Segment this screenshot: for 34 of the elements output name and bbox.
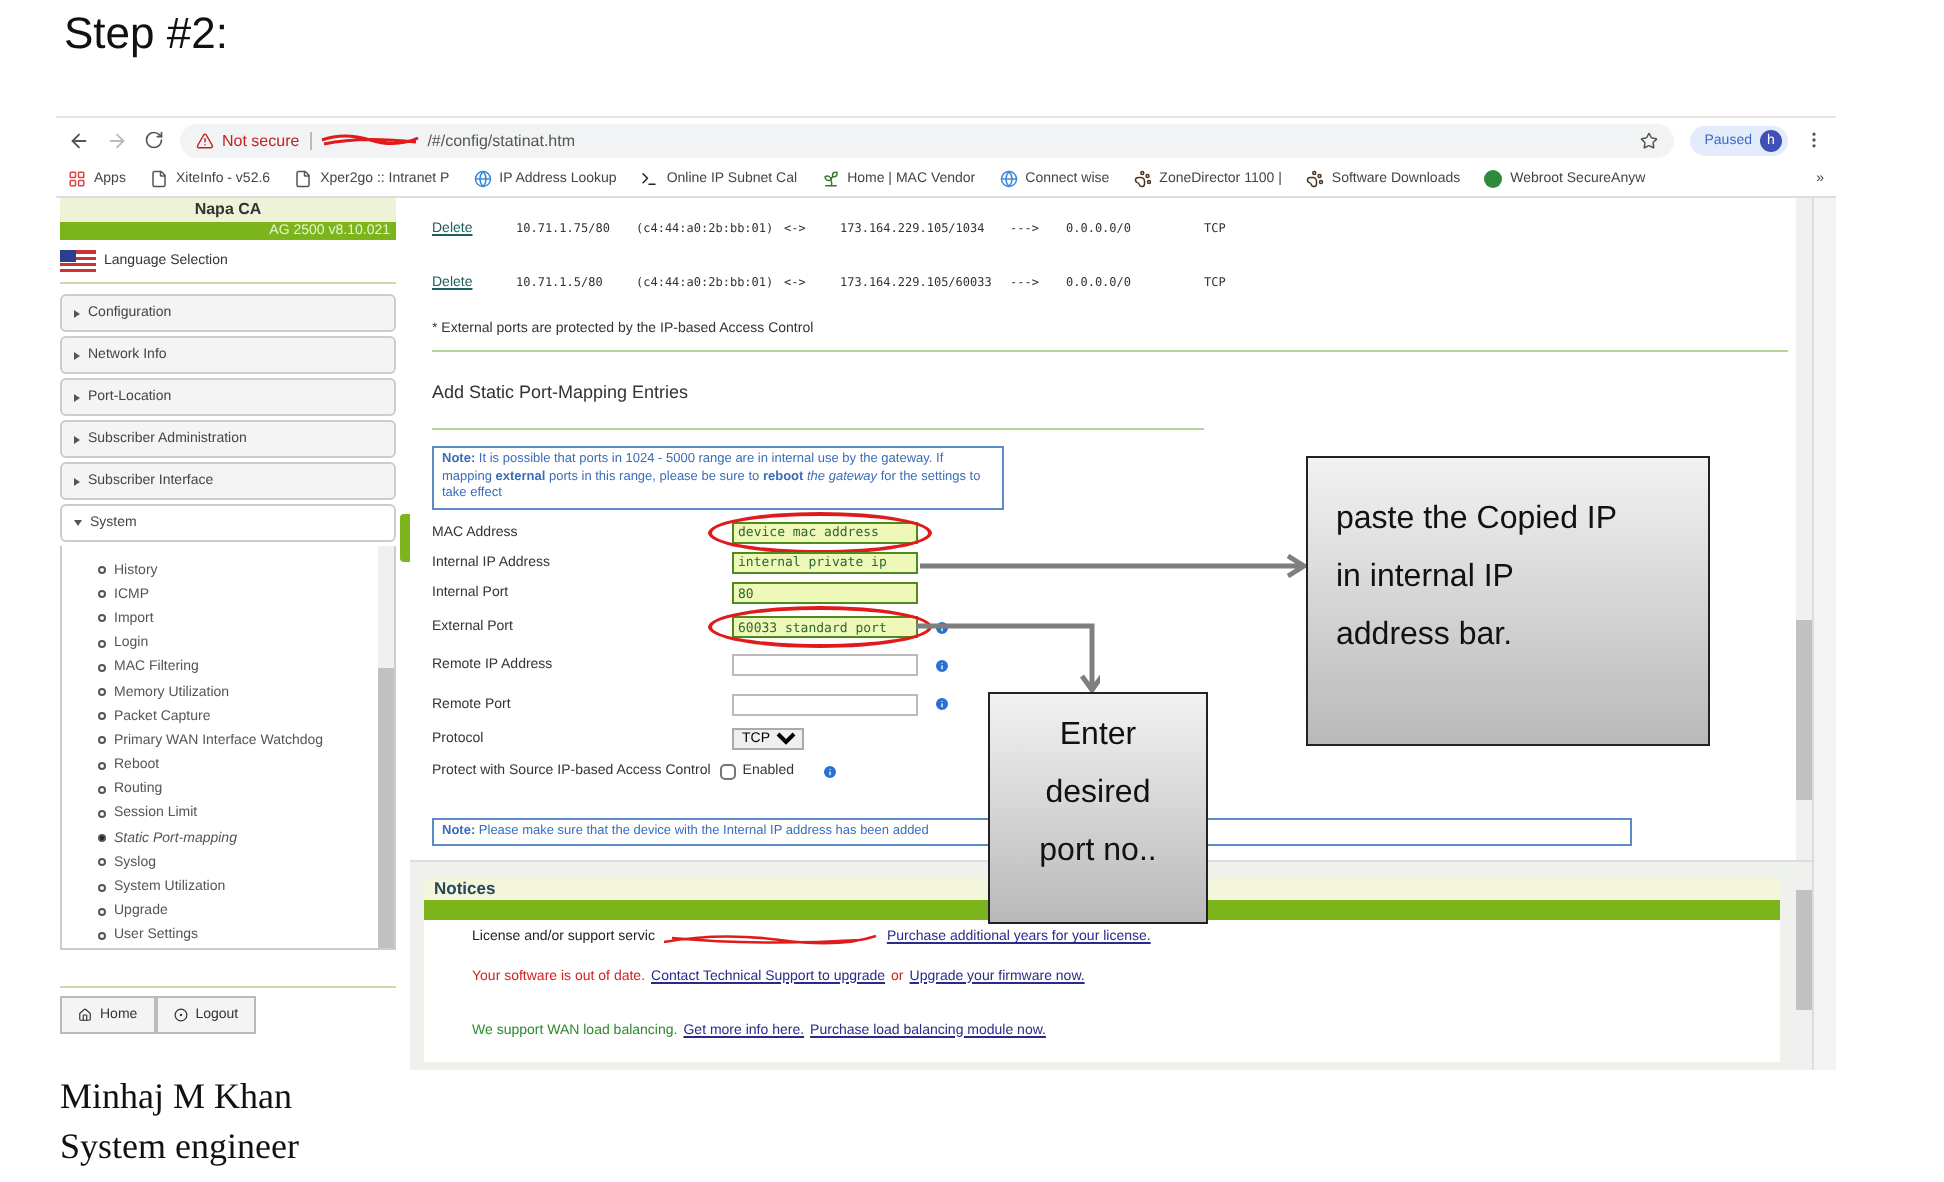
author-line: Minhaj M Khan [60,1074,294,1120]
terminal-icon [640,170,659,188]
paw-icon [1133,170,1152,188]
reload-icon[interactable] [144,130,164,150]
address-bar[interactable]: Not secure /#/config/statinat.htm [180,123,1675,157]
url-text: /#/config/statinat.htm [427,131,576,149]
scrollbar[interactable] [1796,198,1812,860]
info-icon[interactable] [934,696,950,712]
globe-icon [999,170,1018,188]
plant-icon [821,170,840,188]
checkbox[interactable] [720,763,737,779]
page-icon [149,170,168,188]
scrollbar[interactable] [1796,878,1812,1070]
text-field[interactable] [732,654,918,676]
power-icon [173,1008,188,1022]
round-logo-icon [1484,170,1503,188]
section-title: Add Static Port-Mapping Entries [432,380,691,406]
security-label: Not secure [222,131,312,149]
star-icon[interactable] [1640,131,1659,149]
apps-grid-icon [68,170,86,188]
globe-icon [473,170,492,188]
info-icon[interactable] [822,763,838,779]
author-line: System engineer [60,1124,299,1170]
home-icon [78,1008,92,1022]
info-icon[interactable] [934,657,950,673]
text-field[interactable] [732,693,918,715]
back-icon[interactable] [68,129,90,151]
step-heading: Step #2: [62,6,230,62]
site-name: Napa CA [60,198,396,222]
page-icon [294,170,313,188]
scrollbar[interactable] [378,546,394,948]
warning-icon [196,131,214,149]
callout-box: paste the Copied IP in internal IP address bar. [1306,456,1710,746]
paw-icon [1305,170,1324,188]
